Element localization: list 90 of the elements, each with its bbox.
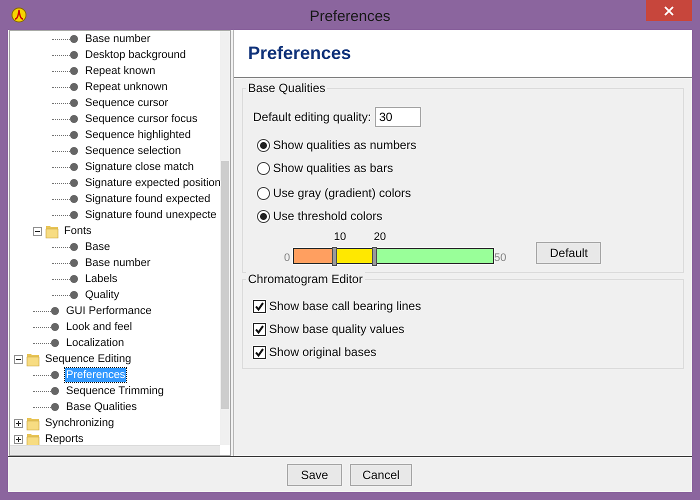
- option-label: Show original bases: [269, 345, 376, 359]
- tree-item[interactable]: Signature close match: [84, 160, 195, 174]
- tree-item[interactable]: Signature found expected: [84, 192, 212, 206]
- quality-field[interactable]: 30: [375, 107, 422, 127]
- bullet-icon: [70, 275, 78, 283]
- tree-item[interactable]: Sequence Trimming: [65, 384, 165, 398]
- thumb-value: 10: [334, 231, 346, 243]
- slider-thumb[interactable]: [372, 247, 377, 266]
- bullet-icon: [51, 323, 59, 331]
- bullet-icon: [70, 83, 78, 91]
- bullet-icon: [70, 243, 78, 251]
- close-icon: [664, 6, 674, 16]
- expand-icon[interactable]: [14, 434, 23, 444]
- bullet-icon: [51, 371, 59, 379]
- default-button[interactable]: Default: [536, 242, 602, 264]
- tree-item[interactable]: Sequence Editing: [44, 352, 132, 366]
- tree-item[interactable]: Base number: [84, 32, 152, 46]
- tree-item[interactable]: Base: [84, 240, 112, 254]
- scrollbar-thumb[interactable]: [221, 161, 229, 409]
- tree-item[interactable]: Quality: [84, 288, 120, 302]
- bullet-icon: [51, 387, 59, 395]
- tree-item[interactable]: Fonts: [63, 224, 93, 238]
- scrollbar[interactable]: [220, 31, 230, 445]
- close-button[interactable]: [646, 0, 692, 21]
- tree-item[interactable]: Signature expected position: [84, 176, 220, 190]
- bullet-icon: [70, 179, 78, 187]
- bullet-icon: [70, 259, 78, 267]
- bullet-icon: [70, 115, 78, 123]
- bullet-icon: [70, 147, 78, 155]
- option-label: Show base call bearing lines: [269, 299, 422, 313]
- slider-thumb[interactable]: [332, 247, 337, 266]
- checkbox[interactable]: [253, 322, 266, 336]
- radio-button[interactable]: [257, 138, 270, 152]
- window-title: Preferences: [310, 6, 390, 24]
- group-title: Chromatogram Editor: [246, 272, 365, 286]
- collapse-icon[interactable]: [33, 226, 42, 236]
- option-label: Show base quality values: [269, 322, 404, 336]
- range-label: 0: [284, 252, 290, 264]
- folder-icon: [26, 351, 40, 367]
- range-label: 50: [494, 252, 506, 264]
- option-label: Show qualities as bars: [273, 161, 394, 175]
- tree-item[interactable]: Reports: [44, 432, 85, 445]
- field-label: Default editing quality:: [253, 110, 372, 124]
- tree-item[interactable]: Signature found unexpecte: [84, 208, 218, 222]
- tree-item[interactable]: Repeat known: [84, 64, 156, 78]
- thumb-value: 20: [374, 231, 386, 243]
- app-icon: [11, 7, 27, 23]
- folder-icon: [26, 431, 40, 445]
- radio-button[interactable]: [257, 162, 270, 174]
- tree-item[interactable]: Desktop background: [84, 48, 187, 62]
- bullet-icon: [70, 291, 78, 299]
- tree-item[interactable]: Repeat unknown: [84, 80, 169, 94]
- bullet-icon: [51, 339, 59, 347]
- tree-item[interactable]: GUI Performance: [65, 304, 153, 318]
- tree-item[interactable]: Sequence cursor: [84, 96, 170, 110]
- expand-icon[interactable]: [14, 418, 23, 428]
- bullet-icon: [70, 163, 78, 171]
- tree-item[interactable]: Sequence selection: [84, 144, 182, 158]
- option-label: Use threshold colors: [273, 209, 382, 223]
- folder-icon: [26, 415, 40, 431]
- tree-item[interactable]: Sequence cursor focus: [84, 112, 199, 126]
- folder-icon: [45, 223, 59, 239]
- tree-item[interactable]: Look and feel: [65, 320, 134, 334]
- checkbox[interactable]: [253, 346, 266, 358]
- bullet-icon: [51, 403, 59, 411]
- tree-item[interactable]: Base Qualities: [65, 400, 138, 414]
- bullet-icon: [70, 67, 78, 75]
- save-button[interactable]: Save: [287, 464, 342, 486]
- tree-item[interactable]: Localization: [65, 336, 126, 350]
- bullet-icon: [70, 35, 78, 43]
- tree-item[interactable]: Synchronizing: [44, 416, 116, 430]
- scrollbar[interactable]: [10, 445, 220, 455]
- cancel-button[interactable]: Cancel: [350, 464, 412, 486]
- tree-item[interactable]: Sequence highlighted: [84, 128, 192, 142]
- option-label: Use gray (gradient) colors: [273, 186, 412, 200]
- page-heading: Preferences: [248, 43, 352, 64]
- option-label: Show qualities as numbers: [273, 138, 416, 152]
- group-title: Base Qualities: [246, 81, 328, 95]
- radio-button[interactable]: [257, 186, 270, 200]
- bullet-icon: [70, 211, 78, 219]
- bullet-icon: [70, 195, 78, 203]
- radio-button[interactable]: [257, 210, 270, 222]
- tree-item[interactable]: Labels: [84, 272, 118, 286]
- bullet-icon: [70, 51, 78, 59]
- tree-item[interactable]: Base number: [84, 256, 152, 270]
- bullet-icon: [51, 307, 59, 315]
- bullet-icon: [70, 131, 78, 139]
- bullet-icon: [70, 99, 78, 107]
- collapse-icon[interactable]: [14, 354, 23, 364]
- checkbox[interactable]: [253, 300, 266, 312]
